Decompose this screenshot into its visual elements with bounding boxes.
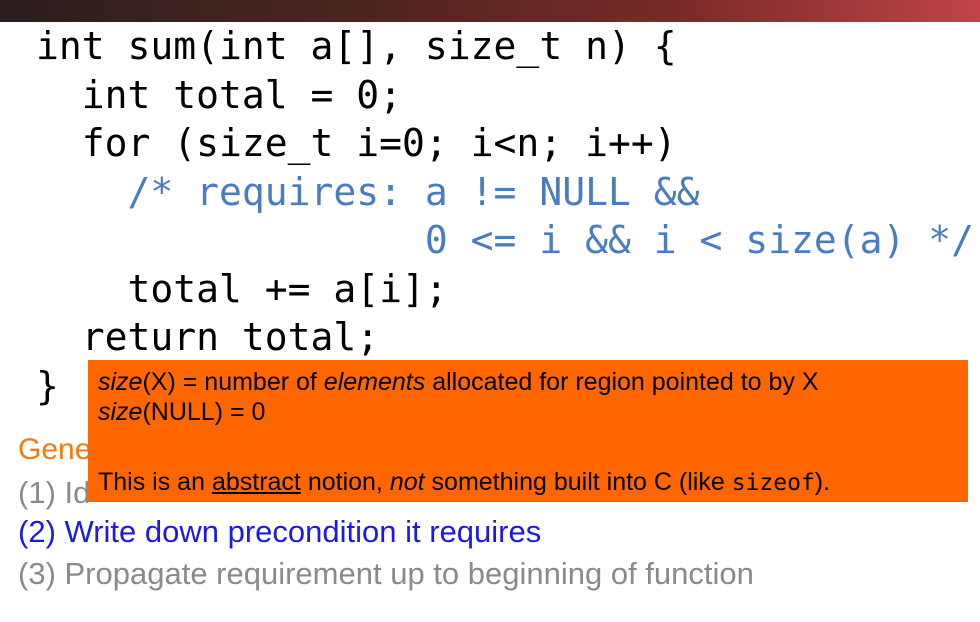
abstract-underline: abstract — [211, 468, 301, 496]
callout-line-1: size(X) = number of elements allocated f… — [98, 367, 958, 397]
callout-text: (X) = number of — [142, 368, 324, 396]
step-1: (1) Id — [18, 475, 91, 510]
code-comment-line: /* requires: a != NULL && — [36, 169, 700, 214]
sizeof-code: sizeof — [731, 470, 815, 496]
callout-text: notion, — [300, 468, 390, 496]
definition-callout: size(X) = number of elements allocated f… — [88, 360, 968, 502]
code-line: for (size_t i=0; i<n; i++) — [36, 121, 677, 165]
step-3: (3) Propagate requirement up to beginnin… — [18, 556, 754, 591]
callout-line-2: size(NULL) = 0 — [98, 397, 958, 427]
callout-text: something built into C (like — [424, 468, 732, 496]
not-emphasis: not — [389, 468, 425, 496]
code-line: total += a[i]; — [36, 266, 448, 311]
callout-line-3: This is an abstract notion, not somethin… — [98, 467, 958, 498]
code-line: return total; — [36, 315, 380, 359]
callout-text: (NULL) = 0 — [142, 398, 266, 426]
callout-text: allocated for region pointed to by X — [425, 368, 819, 396]
code-block: int sum(int a[], size_t n) { int total =… — [36, 22, 974, 410]
code-line: int total = 0; — [36, 72, 403, 117]
code-comment-line: 0 <= i && i < size(a) */ — [36, 218, 974, 262]
size-term: size — [98, 398, 143, 426]
callout-text: ). — [814, 468, 831, 496]
slide-header-bar — [0, 0, 980, 22]
step-2: (2) Write down precondition it requires — [18, 514, 542, 549]
elements-emphasis: elements — [323, 368, 426, 396]
section-label: Gene — [18, 433, 92, 466]
size-term: size — [98, 368, 143, 396]
code-line: int sum(int a[], size_t n) { — [36, 24, 677, 68]
callout-text: This is an — [98, 468, 212, 496]
